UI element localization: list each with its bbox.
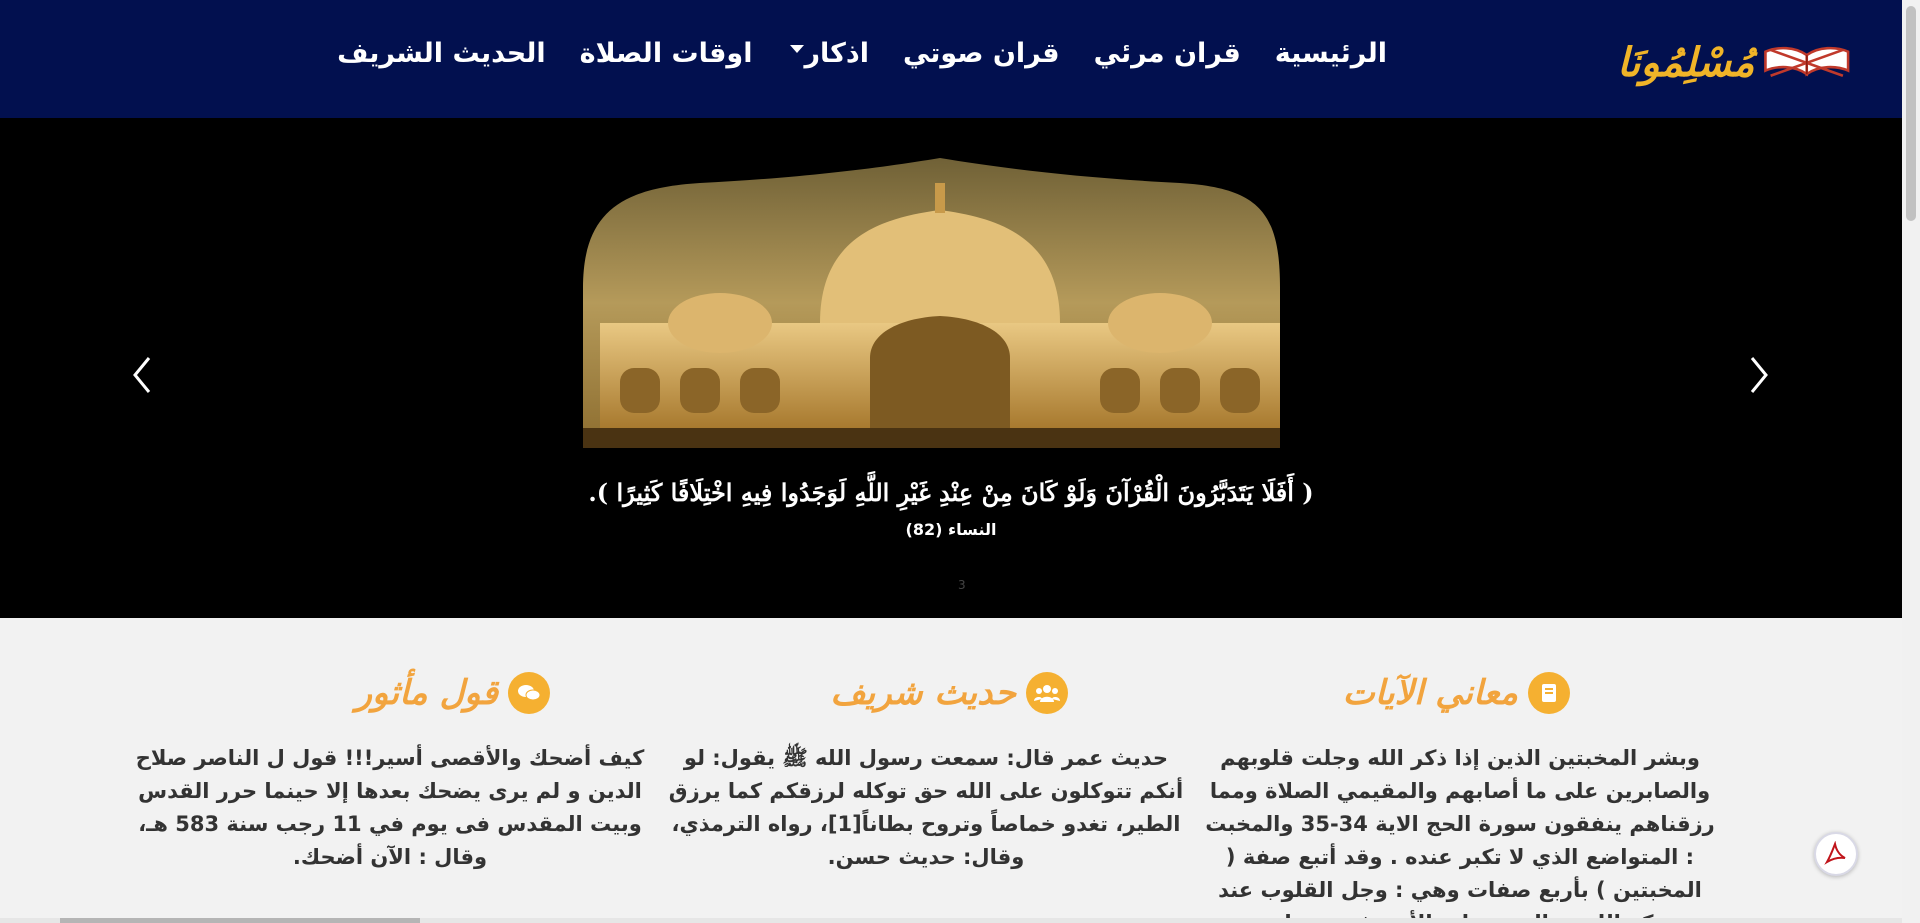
card-text: كيف أضحك والأقصى أسير!!! قول ل الناصر صل… [135, 746, 645, 869]
chevron-down-icon [790, 44, 805, 53]
carousel-indicator[interactable]: 3 [958, 578, 966, 592]
carousel-next-arrow[interactable] [1738, 350, 1778, 400]
vertical-scrollbar[interactable] [1902, 0, 1920, 923]
carousel-prev-arrow[interactable] [123, 350, 163, 400]
card-header: معاني الآيات [1343, 670, 1570, 716]
hero-carousel: ( أَفَلَا يَتَدَبَّرُونَ الْقُرْآنَ وَلَ… [0, 118, 1902, 618]
card-title: قول مأثور [355, 673, 498, 713]
nav-adhkar-label: اذكار [804, 38, 869, 69]
nav-visual-quran[interactable]: قران مرئي [1077, 38, 1258, 69]
nav-hadith[interactable]: الحديث الشريف [320, 38, 563, 69]
card-title: معاني الآيات [1342, 673, 1518, 713]
pdf-button[interactable] [1814, 832, 1858, 876]
nav-home[interactable]: الرئيسية [1258, 38, 1404, 69]
book-icon [1528, 672, 1570, 714]
card-title: حديث شريف [830, 673, 1016, 713]
nav-prayer-times[interactable]: اوقات الصلاة [563, 38, 770, 69]
quran-verse: ( أَفَلَا يَتَدَبَّرُونَ الْقُرْآنَ وَلَ… [588, 478, 1314, 507]
nav-audio-quran[interactable]: قران صوتي [886, 38, 1077, 69]
comments-icon [508, 672, 550, 714]
card-text: حديث عمر قال: سمعت رسول الله ﷺ يقول: لو … [668, 746, 1184, 869]
slide-caption: ( أَفَلَا يَتَدَبَّرُونَ الْقُرْآنَ وَلَ… [0, 478, 1902, 539]
pdf-icon [1824, 841, 1846, 865]
site-logo[interactable]: مُسْلِمُونَا [1617, 28, 1852, 96]
vertical-scroll-thumb[interactable] [1906, 6, 1916, 221]
open-book-icon [1764, 46, 1850, 77]
horizontal-scroll-thumb[interactable] [60, 918, 420, 923]
content-section: معاني الآيات وبشر المخبتين الذين إذا ذكر… [0, 618, 1902, 923]
horizontal-scrollbar[interactable] [0, 918, 1902, 923]
navbar: مُسْلِمُونَا الرئيسية قران مرئي قران صوت… [0, 0, 1902, 118]
taj-mahal-slide-image [0, 118, 1902, 618]
card-header: قول مأثور [356, 670, 550, 716]
card-text: وبشر المخبتين الذين إذا ذكر الله وجلت قل… [1205, 746, 1715, 923]
verse-reference: النساء (82) [905, 520, 997, 539]
users-icon [1026, 672, 1068, 714]
nav-adhkar-dropdown[interactable]: اذكار [769, 38, 886, 69]
logo-text: مُسْلِمُونَا [1617, 38, 1757, 86]
main-nav: الرئيسية قران مرئي قران صوتي اذكار اوقات… [320, 38, 1404, 69]
card-header: حديث شريف [831, 670, 1068, 716]
